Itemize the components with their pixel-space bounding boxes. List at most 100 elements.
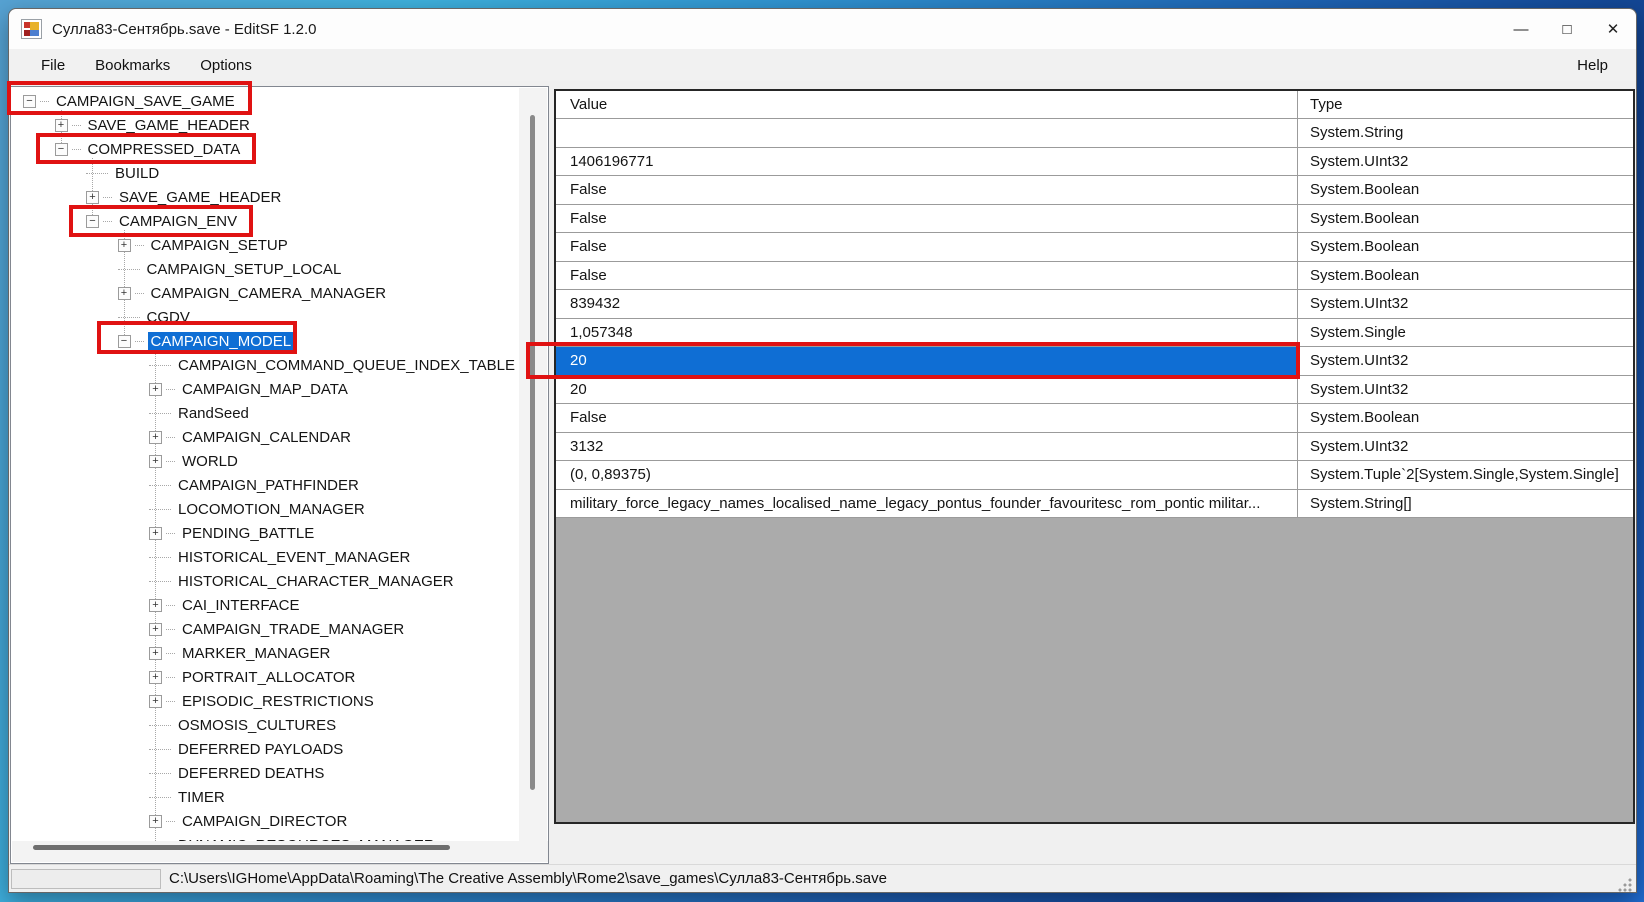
tree-horizontal-scrollbar-thumb[interactable] xyxy=(33,845,450,850)
tree-node-deferred deaths[interactable]: DEFERRED DEATHS xyxy=(149,761,327,785)
type-cell[interactable]: System.Boolean xyxy=(1298,262,1633,290)
expand-icon[interactable]: + xyxy=(149,383,162,396)
value-cell[interactable]: military_force_legacy_names_localised_na… xyxy=(556,490,1298,518)
type-cell[interactable]: System.Single xyxy=(1298,319,1633,347)
value-cell[interactable]: 20 xyxy=(556,347,1298,375)
type-cell[interactable]: System.UInt32 xyxy=(1298,433,1633,461)
tree-node-marker_manager[interactable]: +MARKER_MANAGER xyxy=(149,641,333,665)
tree-node-save_game_header[interactable]: +SAVE_GAME_HEADER xyxy=(86,185,284,209)
tree-node-cgdv[interactable]: CGDV xyxy=(118,305,193,329)
menu-item-help[interactable]: Help xyxy=(1573,53,1612,78)
collapse-icon[interactable]: − xyxy=(55,143,68,156)
type-cell[interactable]: System.UInt32 xyxy=(1298,376,1633,404)
tree-node-episodic_restrictions[interactable]: +EPISODIC_RESTRICTIONS xyxy=(149,689,377,713)
collapse-icon[interactable]: − xyxy=(86,215,99,228)
value-cell[interactable]: (0, 0,89375) xyxy=(556,461,1298,489)
expand-icon[interactable]: + xyxy=(149,623,162,636)
tree-node-campaign_model[interactable]: −CAMPAIGN_MODEL xyxy=(118,329,295,353)
type-cell[interactable]: System.Boolean xyxy=(1298,176,1633,204)
value-cell[interactable] xyxy=(556,119,1298,147)
table-row-9[interactable]: 20System.UInt32 xyxy=(556,376,1633,405)
tree-node-osmosis_cultures[interactable]: OSMOSIS_CULTURES xyxy=(149,713,339,737)
value-cell[interactable]: False xyxy=(556,233,1298,261)
title-bar[interactable]: Сулла83-Сентябрь.save - EditSF 1.2.0 — □… xyxy=(9,9,1636,49)
tree-view[interactable]: −CAMPAIGN_SAVE_GAME+SAVE_GAME_HEADER−COM… xyxy=(12,88,520,842)
tree-node-save_game_header[interactable]: +SAVE_GAME_HEADER xyxy=(55,113,253,137)
type-cell[interactable]: System.Boolean xyxy=(1298,205,1633,233)
type-cell[interactable]: System.UInt32 xyxy=(1298,347,1633,375)
tree-node-campaign_setup[interactable]: +CAMPAIGN_SETUP xyxy=(118,233,291,257)
table-row-12[interactable]: (0, 0,89375)System.Tuple`2[System.Single… xyxy=(556,461,1633,490)
table-row-8[interactable]: 20System.UInt32 xyxy=(556,347,1633,376)
value-cell[interactable]: 1406196771 xyxy=(556,148,1298,176)
tree-node-campaign_map_data[interactable]: +CAMPAIGN_MAP_DATA xyxy=(149,377,351,401)
type-cell[interactable]: System.Boolean xyxy=(1298,233,1633,261)
menu-item-options[interactable]: Options xyxy=(188,53,264,78)
table-row-2[interactable]: FalseSystem.Boolean xyxy=(556,176,1633,205)
expand-icon[interactable]: + xyxy=(118,287,131,300)
tree-node-compressed_data[interactable]: −COMPRESSED_DATA xyxy=(55,137,244,161)
value-cell[interactable]: 839432 xyxy=(556,290,1298,318)
table-row-5[interactable]: FalseSystem.Boolean xyxy=(556,262,1633,291)
tree-node-campaign_trade_manager[interactable]: +CAMPAIGN_TRADE_MANAGER xyxy=(149,617,407,641)
tree-node-campaign_camera_manager[interactable]: +CAMPAIGN_CAMERA_MANAGER xyxy=(118,281,390,305)
tree-node-campaign_env[interactable]: −CAMPAIGN_ENV xyxy=(86,209,240,233)
expand-icon[interactable]: + xyxy=(149,599,162,612)
minimize-button[interactable]: — xyxy=(1498,9,1544,49)
expand-icon[interactable]: + xyxy=(55,119,68,132)
tree-node-campaign_calendar[interactable]: +CAMPAIGN_CALENDAR xyxy=(149,425,354,449)
tree-node-campaign_command_queue_index_table[interactable]: CAMPAIGN_COMMAND_QUEUE_INDEX_TABLE xyxy=(149,353,518,377)
expand-icon[interactable]: + xyxy=(149,647,162,660)
tree-node-campaign_setup_local[interactable]: CAMPAIGN_SETUP_LOCAL xyxy=(118,257,345,281)
value-cell[interactable]: 20 xyxy=(556,376,1298,404)
type-cell[interactable]: System.UInt32 xyxy=(1298,148,1633,176)
type-cell[interactable]: System.Tuple`2[System.Single,System.Sing… xyxy=(1298,461,1633,489)
type-cell[interactable]: System.Boolean xyxy=(1298,404,1633,432)
value-cell[interactable]: 1,057348 xyxy=(556,319,1298,347)
tree-node-campaign_pathfinder[interactable]: CAMPAIGN_PATHFINDER xyxy=(149,473,362,497)
maximize-button[interactable]: □ xyxy=(1544,9,1590,49)
expand-icon[interactable]: + xyxy=(118,239,131,252)
collapse-icon[interactable]: − xyxy=(118,335,131,348)
collapse-icon[interactable]: − xyxy=(23,95,36,108)
expand-icon[interactable]: + xyxy=(86,191,99,204)
column-header-type[interactable]: Type xyxy=(1298,91,1633,118)
type-cell[interactable]: System.String[] xyxy=(1298,490,1633,518)
value-cell[interactable]: False xyxy=(556,176,1298,204)
table-row-0[interactable]: System.String xyxy=(556,119,1633,148)
tree-node-historical_character_manager[interactable]: HISTORICAL_CHARACTER_MANAGER xyxy=(149,569,457,593)
tree-vertical-scrollbar[interactable] xyxy=(519,88,547,842)
value-cell[interactable]: 3132 xyxy=(556,433,1298,461)
expand-icon[interactable]: + xyxy=(149,671,162,684)
tree-node-historical_event_manager[interactable]: HISTORICAL_EVENT_MANAGER xyxy=(149,545,413,569)
expand-icon[interactable]: + xyxy=(149,455,162,468)
tree-node-cai_interface[interactable]: +CAI_INTERFACE xyxy=(149,593,303,617)
tree-node-portrait_allocator[interactable]: +PORTRAIT_ALLOCATOR xyxy=(149,665,358,689)
table-row-10[interactable]: FalseSystem.Boolean xyxy=(556,404,1633,433)
expand-icon[interactable]: + xyxy=(149,527,162,540)
tree-node-campaign_director[interactable]: +CAMPAIGN_DIRECTOR xyxy=(149,809,350,833)
tree-node-deferred payloads[interactable]: DEFERRED PAYLOADS xyxy=(149,737,346,761)
value-cell[interactable]: False xyxy=(556,262,1298,290)
tree-node-campaign_save_game[interactable]: −CAMPAIGN_SAVE_GAME xyxy=(23,89,238,113)
type-cell[interactable]: System.String xyxy=(1298,119,1633,147)
table-row-3[interactable]: FalseSystem.Boolean xyxy=(556,205,1633,234)
column-header-value[interactable]: Value xyxy=(556,91,1298,118)
table-row-6[interactable]: 839432System.UInt32 xyxy=(556,290,1633,319)
expand-icon[interactable]: + xyxy=(149,815,162,828)
tree-vertical-scrollbar-thumb[interactable] xyxy=(530,115,535,790)
table-row-13[interactable]: military_force_legacy_names_localised_na… xyxy=(556,490,1633,519)
menu-item-bookmarks[interactable]: Bookmarks xyxy=(83,53,182,78)
table-row-1[interactable]: 1406196771System.UInt32 xyxy=(556,148,1633,177)
type-cell[interactable]: System.UInt32 xyxy=(1298,290,1633,318)
expand-icon[interactable]: + xyxy=(149,695,162,708)
tree-node-randseed[interactable]: RandSeed xyxy=(149,401,252,425)
value-cell[interactable]: False xyxy=(556,404,1298,432)
value-cell[interactable]: False xyxy=(556,205,1298,233)
tree-node-build[interactable]: BUILD xyxy=(86,161,162,185)
close-button[interactable]: ✕ xyxy=(1590,9,1636,49)
table-row-11[interactable]: 3132System.UInt32 xyxy=(556,433,1633,462)
expand-icon[interactable]: + xyxy=(149,431,162,444)
table-row-7[interactable]: 1,057348System.Single xyxy=(556,319,1633,348)
menu-item-file[interactable]: File xyxy=(29,53,77,78)
